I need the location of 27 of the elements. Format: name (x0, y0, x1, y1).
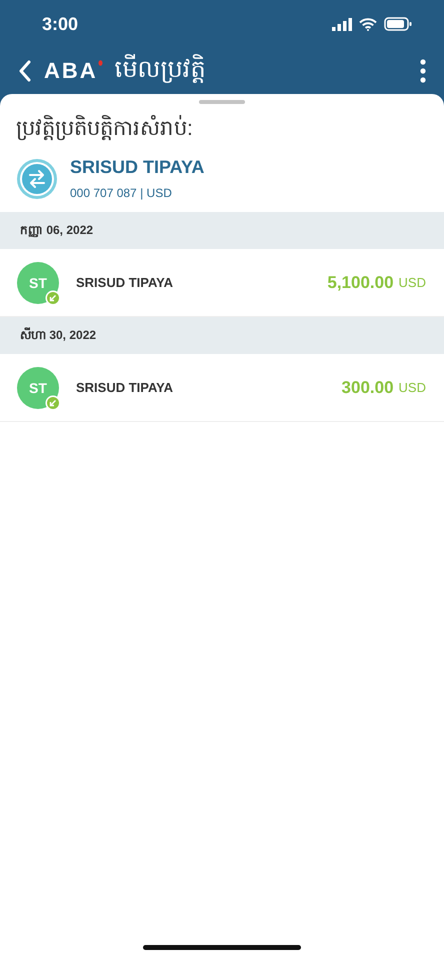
account-name: SRISUD TIPAYA (70, 157, 204, 178)
bank-logo: ABA (44, 58, 98, 84)
transfer-icon (16, 158, 58, 200)
back-icon[interactable] (18, 60, 32, 82)
logo-dot-icon (98, 60, 103, 66)
transaction-amount: 300.00 (342, 378, 394, 398)
section-heading: ប្រវត្តិប្រតិបត្តិការសំរាប់: (15, 114, 194, 142)
drag-handle[interactable] (199, 100, 245, 104)
date-header: សីហា 30, 2022 (0, 317, 444, 354)
transaction-name: SRISUD TIPAYA (76, 275, 174, 290)
incoming-icon (45, 394, 61, 410)
avatar: ST (17, 262, 59, 304)
status-time: 3:00 (42, 14, 78, 34)
account-number: 000 707 087 | USD (70, 186, 173, 200)
battery-icon (384, 17, 412, 31)
avatar: ST (17, 366, 59, 408)
transaction-amount: 5,100.00 (327, 272, 394, 292)
transaction-row[interactable]: ST SRISUD TIPAYA 300.00 USD (0, 354, 444, 422)
transaction-currency: USD (398, 275, 426, 290)
more-icon[interactable] (420, 59, 426, 83)
signal-icon (332, 18, 352, 30)
page-title: មើលប្រវត្តិ (114, 54, 207, 85)
transaction-name: SRISUD TIPAYA (76, 380, 174, 395)
incoming-icon (45, 290, 61, 306)
wifi-icon (359, 18, 377, 30)
date-header: កញ្ញា 06, 2022 (0, 212, 444, 249)
transaction-currency: USD (398, 380, 426, 395)
